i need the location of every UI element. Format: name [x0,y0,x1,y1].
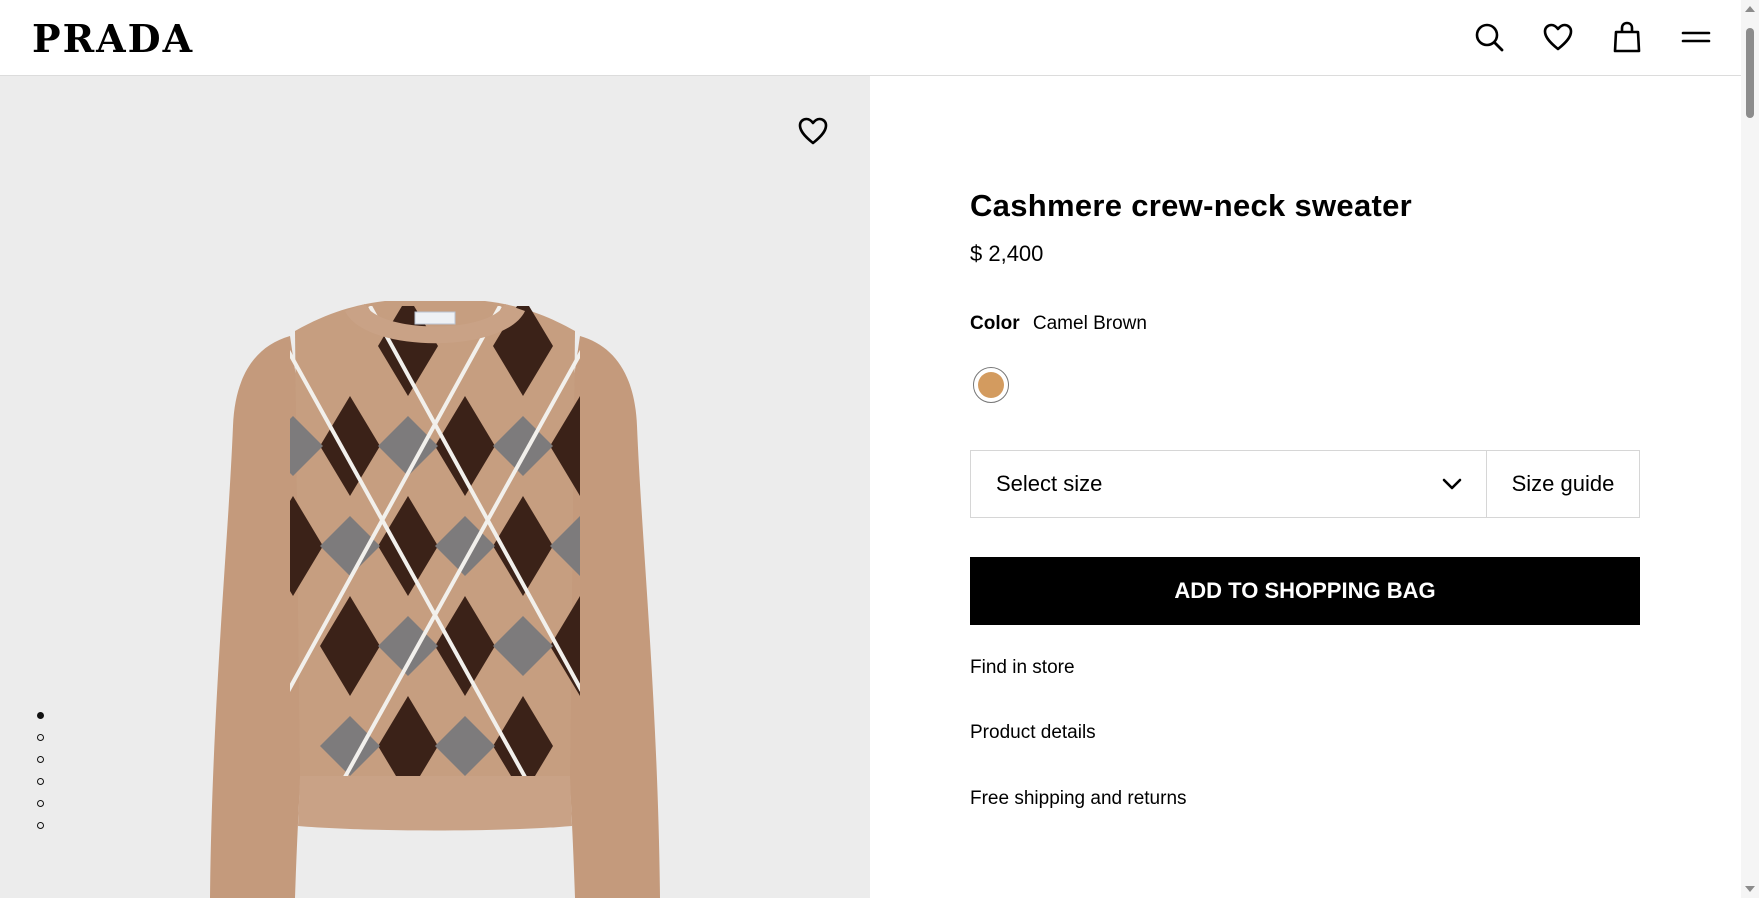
add-to-shopping-bag-button[interactable]: ADD TO SHOPPING BAG [970,557,1640,625]
gallery-dot[interactable] [37,712,44,719]
color-label: Color [970,313,1020,334]
page-scrollbar[interactable] [1741,0,1759,898]
gallery-dot[interactable] [37,734,44,741]
product-image [210,301,660,898]
menu-icon[interactable] [1679,20,1713,54]
color-swatch[interactable] [973,367,1009,403]
color-value: Camel Brown [1032,313,1147,334]
gallery-pagination [37,712,44,844]
search-icon[interactable] [1472,20,1506,54]
size-dropdown[interactable]: Select size [971,451,1487,517]
scroll-up-arrow-icon[interactable] [1745,6,1755,12]
color-row: Color Camel Brown [970,313,1147,335]
find-in-store-link[interactable]: Find in store [970,657,1075,679]
product-details-link[interactable]: Product details [970,722,1096,744]
product-price: $ 2,400 [970,241,1044,266]
shipping-returns-link[interactable]: Free shipping and returns [970,788,1187,810]
gallery-dot[interactable] [37,822,44,829]
scroll-thumb[interactable] [1746,28,1754,118]
swatch-fill [978,372,1004,398]
product-image-gallery[interactable] [0,76,870,898]
add-to-wishlist-heart-icon[interactable] [796,114,830,148]
site-header: PRADA [0,0,1741,76]
size-guide-link[interactable]: Size guide [1487,451,1639,517]
scroll-down-arrow-icon[interactable] [1745,886,1755,892]
gallery-dot[interactable] [37,756,44,763]
gallery-dot[interactable] [37,778,44,785]
chevron-down-icon [1442,478,1462,490]
size-placeholder: Select size [996,471,1103,496]
bag-icon[interactable] [1610,20,1644,54]
heart-icon[interactable] [1541,20,1575,54]
size-selector: Select size Size guide [970,450,1640,518]
gallery-dot[interactable] [37,800,44,807]
product-title: Cashmere crew-neck sweater [970,188,1413,223]
brand-logo[interactable]: PRADA [32,18,194,60]
